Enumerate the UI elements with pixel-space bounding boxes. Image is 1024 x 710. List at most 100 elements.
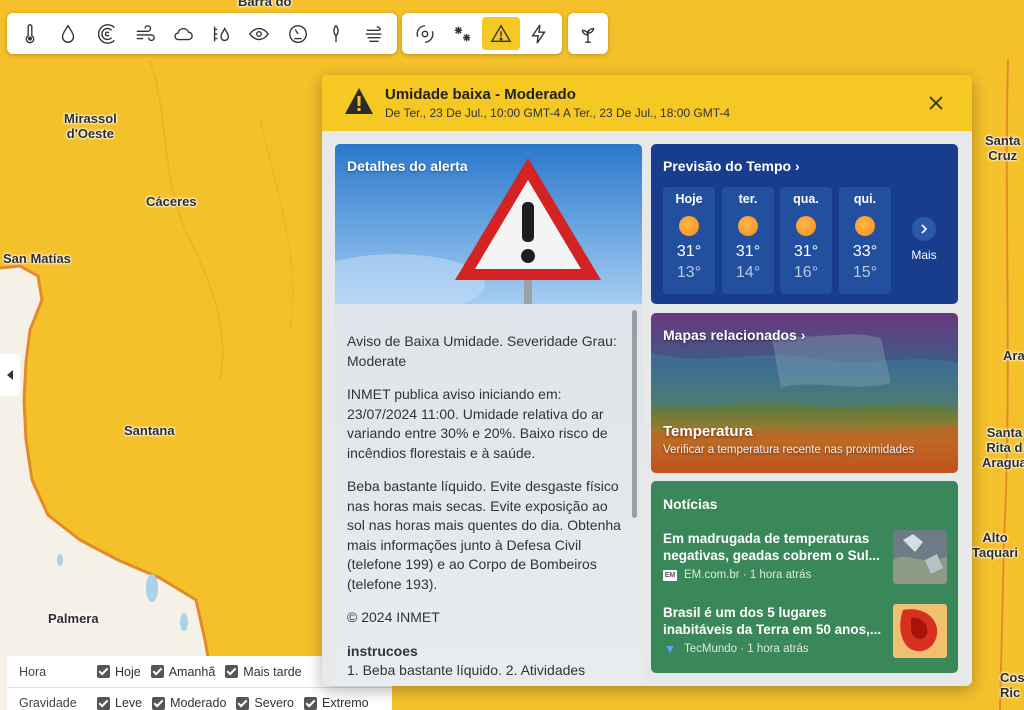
forecast-low: 13° — [676, 264, 702, 281]
forecast-title[interactable]: Previsão do Tempo › — [663, 158, 800, 174]
alert-details-image: Detalhes do alerta — [335, 144, 642, 314]
rain-gauge-icon[interactable] — [202, 17, 240, 50]
forecast-low: 15° — [852, 264, 878, 281]
checkbox-checked-icon[interactable] — [97, 665, 110, 678]
filter-amanha-checkbox[interactable]: Amanhã — [150, 665, 215, 679]
instructions-text: 1. Beba bastante líquido. 2. Atividades — [347, 662, 586, 678]
related-maps-panel[interactable]: Mapas relacionados › Temperatura Verific… — [651, 313, 958, 473]
news-thumbnail[interactable] — [893, 530, 947, 584]
news-item[interactable]: Em madrugada de temperaturas negativas, … — [663, 530, 947, 584]
wind-icon[interactable] — [126, 17, 164, 50]
alert-details-text: Aviso de Baixa Umidade. Severidade Grau:… — [347, 332, 622, 686]
chevron-right-icon — [921, 224, 928, 234]
forecast-high: 31° — [793, 243, 819, 260]
chevron-right-icon: › — [795, 158, 800, 174]
news-time: 1 hora atrás — [747, 643, 809, 655]
city-label-caceres: Cáceres — [146, 194, 197, 209]
close-icon[interactable] — [926, 93, 946, 113]
filter-label-gravidade: Gravidade — [19, 696, 77, 710]
forecast-day[interactable]: qui. 33° 15° — [839, 187, 891, 294]
alert-details-title: Detalhes do alerta — [347, 158, 468, 174]
temperature-map-title: Temperatura — [663, 423, 753, 440]
eye-icon[interactable] — [240, 17, 278, 50]
news-title: Notícias — [663, 496, 718, 512]
fog-icon[interactable] — [355, 17, 393, 50]
news-separator: · — [737, 643, 748, 655]
checkbox-checked-icon[interactable] — [152, 696, 166, 710]
alert-details-body[interactable]: Aviso de Baixa Umidade. Severidade Grau:… — [335, 304, 642, 686]
droplet-icon[interactable] — [49, 17, 87, 50]
collapse-sidebar-button[interactable] — [0, 354, 20, 396]
warning-icon — [345, 88, 373, 114]
checkbox-checked-icon[interactable] — [225, 665, 239, 678]
forecast-day[interactable]: qua. 31° 16° — [780, 187, 832, 294]
cloud-icon[interactable] — [164, 17, 202, 50]
thermometer-icon[interactable] — [11, 17, 49, 50]
forecast-high: 31° — [676, 243, 702, 260]
forecast-low: 16° — [793, 264, 819, 281]
layer-toolbar — [7, 13, 397, 54]
alert-toolbar — [402, 13, 562, 54]
checkbox-checked-icon[interactable] — [97, 696, 110, 710]
news-time: 1 hora atrás — [749, 569, 812, 581]
checkbox-checked-icon[interactable] — [304, 696, 318, 710]
city-label-ara: Ara — [1003, 348, 1024, 363]
checkbox-checked-icon[interactable] — [236, 696, 250, 710]
forecast-high: 33° — [852, 243, 878, 260]
pollen-icon[interactable] — [317, 17, 355, 50]
forecast-more-label[interactable]: Mais — [905, 248, 943, 262]
pressure-gauge-icon[interactable] — [278, 17, 316, 50]
filter-leve-checkbox[interactable]: Leve — [97, 696, 142, 710]
filter-extremo-checkbox[interactable]: Extremo — [304, 696, 369, 710]
filter-mais-tarde-checkbox[interactable]: Mais tarde — [225, 665, 302, 679]
news-separator: · — [739, 569, 750, 581]
sun-icon — [796, 216, 816, 236]
temperature-map-description: Verificar a temperatura recente nas prox… — [663, 444, 915, 456]
warning-icon[interactable] — [482, 17, 520, 50]
filter-moderado-checkbox[interactable]: Moderado — [152, 696, 226, 710]
city-label-barra: Barra do — [238, 0, 292, 9]
city-label-palmera: Palmera — [48, 611, 99, 626]
news-item[interactable]: Brasil é um dos 5 lugares inabitáveis da… — [663, 604, 947, 658]
lightning-icon[interactable] — [520, 17, 558, 50]
wind-swirl-icon[interactable] — [87, 17, 125, 50]
filter-label-hora: Hora — [19, 664, 47, 679]
news-source: TecMundo — [684, 643, 738, 655]
news-panel: Notícias Em madrugada de temperaturas ne… — [651, 481, 958, 673]
forecast-panel[interactable]: Previsão do Tempo › Hoje 31° 13° ter. 31… — [651, 144, 958, 304]
chevron-left-icon — [7, 370, 13, 380]
news-headline[interactable]: Brasil é um dos 5 lugares inabitáveis da… — [663, 604, 887, 638]
filter-row-gravidade: Gravidade Leve Moderado Severo Extremo — [7, 687, 392, 710]
news-headline[interactable]: Em madrugada de temperaturas negativas, … — [663, 530, 887, 564]
city-label-alto-taquari: Alto Taquari — [972, 530, 1018, 560]
filter-severo-checkbox[interactable]: Severo — [236, 696, 294, 710]
filter-hoje-checkbox[interactable]: Hoje — [97, 665, 141, 679]
extra-toolbar — [568, 13, 608, 54]
alert-header: Umidade baixa - Moderado De Ter., 23 De … — [322, 75, 972, 131]
alert-period: De Ter., 23 De Jul., 10:00 GMT-4 A Ter.,… — [385, 106, 731, 120]
city-label-cos: Cos Ric — [1000, 670, 1024, 700]
city-label-santa-cruz: Santa Cruz — [985, 133, 1021, 163]
news-thumbnail[interactable] — [893, 604, 947, 658]
forecast-day[interactable]: ter. 31° 14° — [722, 187, 774, 294]
related-maps-title[interactable]: Mapas relacionados › — [663, 327, 805, 343]
alert-copyright: © 2024 INMET — [347, 609, 440, 625]
alert-details-panel: Detalhes do alerta Aviso de Baixa Umidad… — [335, 144, 642, 686]
source-logo-icon: EM — [663, 569, 677, 581]
forecast-more-button[interactable] — [912, 217, 936, 241]
city-label-mirassol: Mirassol d'Oeste — [64, 111, 117, 141]
sun-icon — [855, 216, 875, 236]
source-logo-icon: ▼ — [664, 642, 676, 656]
plant-icon[interactable] — [569, 17, 608, 50]
details-scrollbar[interactable] — [632, 310, 637, 518]
chevron-right-icon: › — [800, 327, 806, 343]
forecast-low: 14° — [735, 264, 761, 281]
hurricane-icon[interactable] — [406, 17, 444, 50]
alert-paragraph: INMET publica aviso iniciando em: 23/07/… — [347, 386, 608, 461]
forecast-day[interactable]: Hoje 31° 13° — [663, 187, 715, 294]
news-thumbnail-image — [893, 530, 947, 584]
checkbox-checked-icon[interactable] — [150, 665, 164, 678]
city-label-san-matias: San Matías — [3, 251, 71, 266]
alert-paragraph: Aviso de Baixa Umidade. Severidade Grau:… — [347, 333, 617, 369]
snow-icon[interactable] — [444, 17, 482, 50]
